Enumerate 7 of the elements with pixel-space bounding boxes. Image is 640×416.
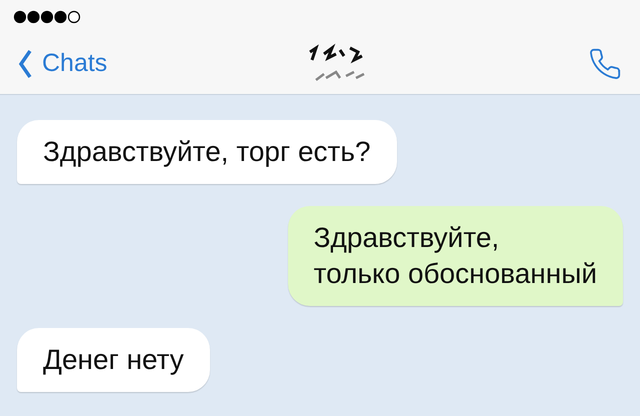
signal-icon — [13, 10, 81, 24]
message-bubble: Денег нету — [17, 328, 210, 392]
message-bubble: Здравствуйте, торг есть? — [17, 120, 397, 184]
phone-icon[interactable] — [588, 47, 622, 81]
back-button[interactable]: Chats — [18, 45, 108, 83]
message-bubble: Здравствуйте, только обоснованный — [288, 206, 623, 306]
chevron-left-icon — [18, 49, 32, 79]
